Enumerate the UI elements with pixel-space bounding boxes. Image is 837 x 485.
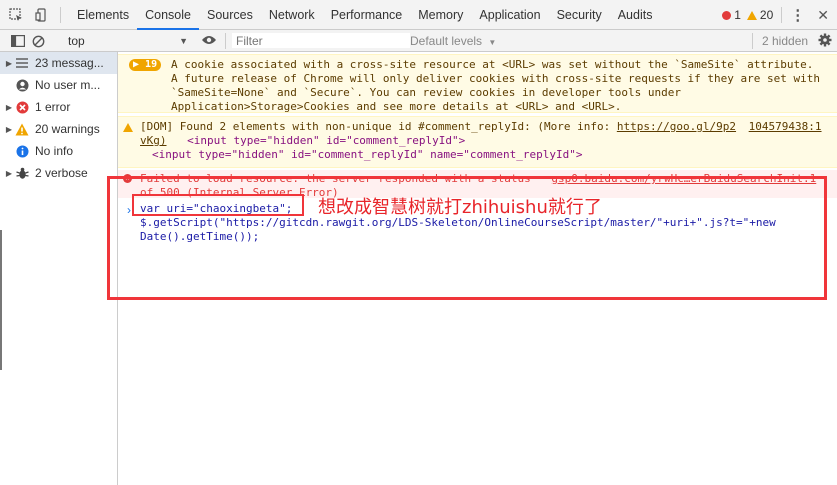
error-count-icon	[722, 10, 732, 20]
expand-arrow-icon[interactable]: ▶	[3, 169, 15, 178]
hidden-count: 2 hidden	[762, 34, 809, 48]
sidebar-item-errors[interactable]: ▶ 1 error	[0, 96, 117, 118]
warning-line: `SameSite=None` and `Secure`. You can re…	[171, 86, 681, 99]
toolbar-separator	[225, 33, 226, 49]
bug-icon	[15, 166, 29, 180]
warning-line: A cookie associated with a cross-site re…	[171, 58, 814, 71]
tab-audits[interactable]: Audits	[610, 0, 661, 30]
warning-count-icon	[746, 10, 757, 20]
device-toolbar-icon[interactable]	[34, 7, 50, 23]
context-value: top	[68, 34, 85, 48]
tab-network[interactable]: Network	[261, 0, 323, 30]
context-selector[interactable]: top ▼	[68, 34, 188, 48]
sidebar-item-label: 20 warnings	[35, 122, 100, 136]
expand-arrow-icon[interactable]: ▶	[3, 103, 15, 112]
source-link[interactable]: 104579438:1	[749, 120, 822, 133]
window-edge	[0, 230, 2, 370]
dom-warning-message[interactable]: [DOM] Found 2 elements with non-unique i…	[118, 116, 837, 168]
sidebar-item-verbose[interactable]: ▶ 2 verbose	[0, 162, 117, 184]
inspect-element-icon[interactable]	[8, 7, 24, 23]
warning-count[interactable]: 20	[760, 8, 773, 22]
source-link-continued[interactable]: vKg)	[140, 134, 167, 147]
more-options-icon[interactable]: ⋮	[790, 6, 805, 24]
chevron-down-icon: ▼	[488, 38, 497, 47]
show-sidebar-icon[interactable]	[10, 33, 26, 49]
dom-warning-line: [DOM] Found 2 elements with non-unique i…	[140, 120, 827, 134]
repeat-count: 19	[145, 59, 158, 70]
tab-security[interactable]: Security	[549, 0, 610, 30]
toolbar-separator	[752, 33, 753, 49]
error-count[interactable]: 1	[734, 8, 741, 22]
sidebar-item-warnings[interactable]: ▶ 20 warnings	[0, 118, 117, 140]
dom-warning-text: [DOM] Found 2 elements with non-unique i…	[140, 120, 617, 133]
chevron-down-icon: ▼	[179, 36, 188, 46]
repeat-count-badge: ▶ 19	[129, 59, 162, 71]
expand-arrow-icon[interactable]: ▶	[3, 59, 15, 68]
warning-icon	[15, 122, 29, 136]
console-toolbar: top ▼ Default levels ▼ 2 hidden	[0, 30, 837, 52]
filter-input[interactable]	[232, 33, 410, 48]
console-sidebar: ▶ 23 messag... No user m... ▶ 1 error ▶ …	[0, 52, 118, 485]
tab-memory[interactable]: Memory	[410, 0, 471, 30]
devtools-tabbar: Elements Console Sources Network Perform…	[0, 0, 837, 30]
sidebar-item-info[interactable]: No info	[0, 140, 117, 162]
dom-warning-line: vKg) <input type="hidden" id="comment_re…	[140, 134, 827, 148]
info-icon	[15, 144, 29, 158]
tabbar-right: 1 20 ⋮ ✕	[722, 0, 837, 30]
tab-console[interactable]: Console	[137, 0, 199, 30]
expand-arrow-icon[interactable]: ▶	[3, 125, 15, 134]
sidebar-item-label: No user m...	[35, 78, 101, 92]
tab-sources[interactable]: Sources	[199, 0, 261, 30]
log-levels-label: Default levels	[410, 34, 483, 48]
warning-line: Application>Storage>Cookies and see more…	[171, 100, 622, 113]
log-levels-dropdown[interactable]: Default levels ▼	[410, 34, 496, 48]
sidebar-item-label: 23 messag...	[35, 56, 104, 70]
eye-icon[interactable]	[201, 34, 217, 49]
warning-line: A future release of Chrome will only del…	[171, 72, 821, 85]
toolbar-separator	[60, 6, 61, 23]
sidebar-item-label: No info	[35, 144, 74, 158]
sidebar-item-label: 2 verbose	[35, 166, 88, 180]
tab-performance[interactable]: Performance	[323, 0, 411, 30]
samesite-warning-message[interactable]: ▶ 19 A cookie associated with a cross-si…	[118, 54, 837, 113]
tab-elements[interactable]: Elements	[69, 0, 137, 30]
tab-application[interactable]: Application	[471, 0, 548, 30]
sidebar-item-label: 1 error	[35, 100, 71, 114]
element-node[interactable]: <input type="hidden" id="comment_replyId…	[140, 148, 827, 162]
list-icon	[15, 56, 29, 70]
close-icon[interactable]: ✕	[817, 7, 829, 24]
annotation-highlight-box	[132, 194, 304, 216]
sidebar-item-messages[interactable]: ▶ 23 messag...	[0, 52, 117, 74]
user-icon	[15, 78, 29, 92]
error-icon	[15, 100, 29, 114]
warning-icon	[123, 123, 133, 132]
element-node[interactable]: <input type="hidden" id="comment_replyId…	[187, 134, 465, 147]
toolbar-separator	[781, 7, 783, 23]
more-info-link[interactable]: https://goo.gl/9p2	[617, 120, 736, 133]
clear-console-icon[interactable]	[30, 33, 46, 49]
annotation-note: 想改成智慧树就打zhihuishu就行了	[318, 197, 602, 218]
gear-icon[interactable]	[818, 33, 832, 50]
sidebar-item-user-messages[interactable]: No user m...	[0, 74, 117, 96]
